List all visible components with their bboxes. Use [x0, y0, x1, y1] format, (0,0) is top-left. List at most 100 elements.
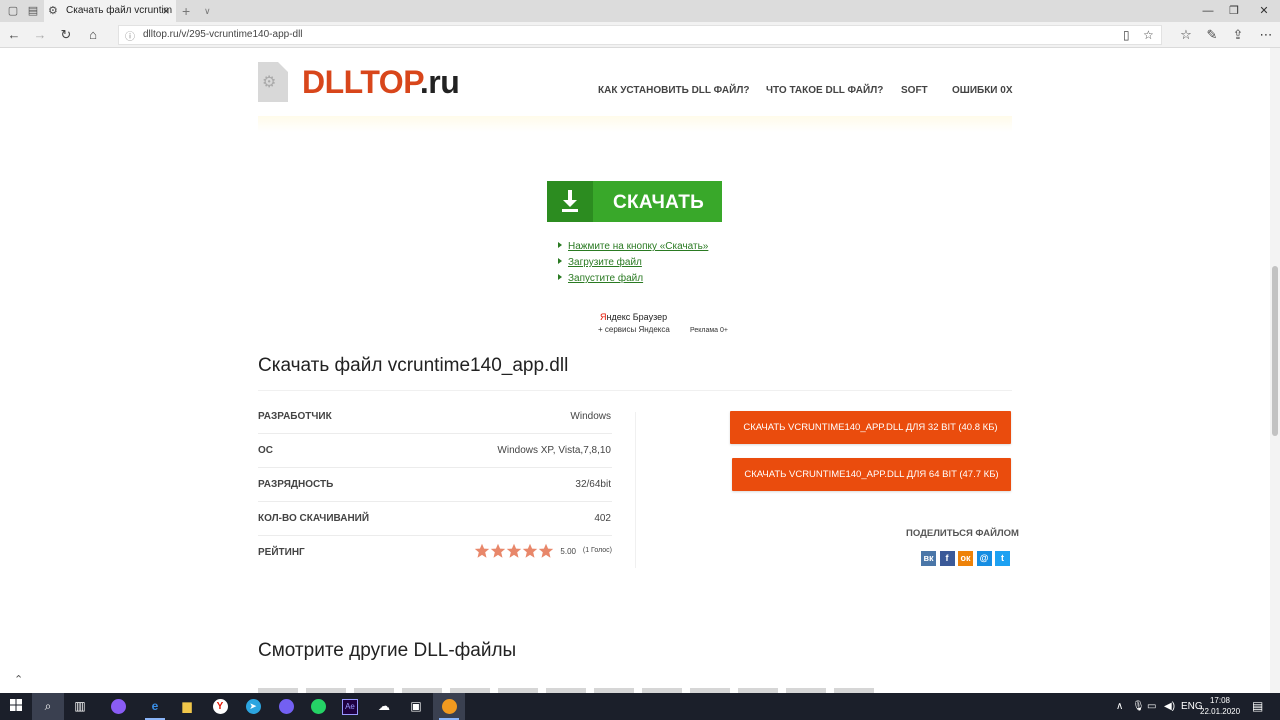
tab-active[interactable]: ⚙ Скачать файл vcruntim — [44, 0, 176, 22]
rating-votes: (1 Голос) — [582, 547, 612, 554]
download-64bit-button[interactable]: СКАЧАТЬ VCRUNTIME140_APP.DLL ДЛЯ 64 BIT … — [732, 458, 1011, 491]
row-value: 32/64bit — [575, 479, 611, 490]
rating-score: 5.00 — [560, 547, 576, 556]
window-close-icon[interactable]: ✕ — [1250, 0, 1278, 22]
nav-what-is-dll[interactable]: ЧТО ТАКОЕ DLL ФАЙЛ? — [766, 85, 883, 96]
star-icon[interactable] — [490, 543, 506, 559]
table-row: РАЗРЯДНОСТЬ 32/64bit — [258, 468, 612, 502]
row-key: РЕЙТИНГ — [258, 547, 305, 558]
column-divider — [635, 412, 636, 568]
info-icon[interactable]: ⓘ — [125, 28, 135, 43]
list-item[interactable]: Запустите файл — [558, 273, 708, 289]
whatsapp-icon[interactable] — [302, 693, 334, 720]
notifications-icon[interactable]: ▤ — [1252, 693, 1263, 720]
clock[interactable]: 17:08 22.01.2020 — [1200, 695, 1240, 717]
table-row: ОС Windows XP, Vista,7,8,10 — [258, 434, 612, 468]
download-32bit-button[interactable]: СКАЧАТЬ VCRUNTIME140_APP.DLL ДЛЯ 32 BIT … — [730, 411, 1011, 444]
tab-close-icon[interactable]: × — [160, 0, 172, 22]
scrollbar-thumb[interactable] — [1272, 266, 1278, 436]
search-icon[interactable]: ⌕ — [32, 693, 64, 720]
monitor-app-icon[interactable]: ▣ — [400, 693, 432, 720]
share-twitter-icon[interactable]: t — [995, 551, 1010, 566]
url-field[interactable]: ⓘ dlltop.ru/v/295-vcruntime140-app-dll ▯… — [118, 25, 1162, 45]
row-key: РАЗРАБОТЧИК — [258, 411, 332, 422]
row-value: 402 — [594, 513, 611, 524]
share-vk-icon[interactable]: вк — [921, 551, 936, 566]
volume-icon[interactable]: ◀) — [1164, 693, 1175, 720]
download-arrow-icon — [562, 190, 578, 212]
new-tab-icon[interactable]: + — [182, 0, 190, 22]
row-key: КОЛ-ВО СКАЧИВАНИЙ — [258, 513, 370, 524]
logo-gear-icon: ⚙ — [262, 74, 277, 91]
windows-start-icon[interactable] — [0, 693, 32, 720]
ad-subtitle[interactable]: + сервисы Яндекса — [598, 325, 670, 334]
bullet-triangle-icon — [558, 274, 562, 280]
network-icon[interactable]: ▭ — [1147, 693, 1156, 720]
nav-how-to-install[interactable]: КАК УСТАНОВИТЬ DLL ФАЙЛ? — [598, 85, 749, 96]
file-explorer-icon[interactable]: ▆ — [171, 693, 203, 720]
star-icon[interactable] — [506, 543, 522, 559]
bullet-triangle-icon — [558, 242, 562, 248]
favorites-icon[interactable]: ☆ — [1178, 27, 1194, 43]
download-steps: Нажмите на кнопку «Скачать» Загрузите фа… — [558, 241, 708, 289]
favorite-star-icon[interactable]: ☆ — [1143, 28, 1154, 42]
tab-favicon-gear-icon: ⚙ — [48, 5, 58, 17]
bullet-triangle-icon — [558, 258, 562, 264]
ad-label: Реклама 0+ — [690, 327, 729, 334]
page-title: Скачать файл vcruntime140_app.dll — [258, 355, 569, 376]
row-value: Windows — [570, 411, 611, 422]
share-facebook-icon[interactable]: f — [939, 551, 955, 566]
home-icon[interactable]: ⌂ — [85, 27, 101, 43]
refresh-icon[interactable]: ↻ — [58, 27, 74, 43]
download-icon-box — [547, 181, 593, 222]
yandex-browser-icon[interactable]: Y — [204, 693, 236, 720]
running-app-icon[interactable] — [433, 693, 465, 720]
row-key: ОС — [258, 445, 273, 456]
share-label: ПОДЕЛИТЬСЯ ФАЙЛОМ — [906, 528, 1019, 539]
list-item[interactable]: Нажмите на кнопку «Скачать» — [558, 241, 708, 257]
file-info-table: РАЗРАБОТЧИК Windows ОС Windows XP, Vista… — [258, 400, 612, 570]
restore-icon[interactable]: ❐ — [1220, 0, 1248, 22]
tray-chevron-up-icon[interactable]: ∧ — [1116, 693, 1123, 720]
star-icon[interactable] — [538, 543, 554, 559]
divider — [258, 390, 1012, 391]
download-button-label: СКАЧАТЬ — [613, 192, 705, 213]
viber-icon[interactable] — [270, 693, 302, 720]
share-moimir-icon[interactable]: @ — [976, 551, 992, 566]
download-button[interactable]: СКАЧАТЬ — [547, 181, 722, 222]
rating-stars[interactable] — [474, 543, 554, 564]
star-icon[interactable] — [474, 543, 490, 559]
star-icon[interactable] — [522, 543, 538, 559]
microphone-icon[interactable]: 🎙 — [1132, 693, 1145, 720]
address-bar: ← → ↻ ⌂ ⓘ dlltop.ru/v/295-vcruntime140-a… — [0, 22, 1280, 48]
alice-assistant-icon[interactable] — [102, 693, 134, 720]
nav-soft[interactable]: SOFT — [901, 85, 928, 96]
after-effects-icon[interactable]: Ae — [334, 693, 366, 720]
table-row: РЕЙТИНГ 5.00 (1 Голос) — [258, 536, 612, 570]
scrollbar[interactable] — [1270, 48, 1280, 693]
forward-icon[interactable]: → — [32, 27, 48, 43]
edge-browser-icon[interactable]: e — [139, 693, 171, 720]
back-icon[interactable]: ← — [6, 27, 22, 43]
reading-view-icon[interactable]: ▯ — [1123, 28, 1130, 42]
scroll-to-top-icon[interactable]: ⌃ — [14, 673, 23, 686]
nav-errors[interactable]: ОШИБКИ 0X — [952, 85, 1013, 96]
task-view-icon[interactable]: ▥ — [64, 693, 96, 720]
tab-preview-icon[interactable]: ▤ — [26, 4, 40, 18]
url-text[interactable]: dlltop.ru/v/295-vcruntime140-app-dll — [143, 29, 303, 40]
minimize-icon[interactable]: — — [1194, 0, 1222, 22]
site-logo[interactable]: DLLTOP.ru — [302, 64, 460, 101]
row-key: РАЗРЯДНОСТЬ — [258, 479, 334, 490]
list-item[interactable]: Загрузите файл — [558, 257, 708, 273]
tab-manager-icon[interactable]: ▢ — [6, 4, 20, 18]
chevron-down-icon[interactable]: ∨ — [204, 0, 211, 22]
more-icon[interactable]: ⋯ — [1258, 27, 1274, 43]
header-divider — [258, 116, 1012, 132]
share-icon[interactable]: ⇪ — [1230, 27, 1246, 43]
share-odnoklassniki-icon[interactable]: ок — [958, 551, 973, 566]
ad-title[interactable]: Яндекс Браузер — [600, 312, 667, 322]
cloud-app-icon[interactable]: ☁ — [368, 693, 400, 720]
clock-time: 17:08 — [1209, 696, 1231, 705]
pen-icon[interactable]: ✎ — [1204, 27, 1220, 43]
telegram-icon[interactable]: ➤ — [237, 693, 269, 720]
